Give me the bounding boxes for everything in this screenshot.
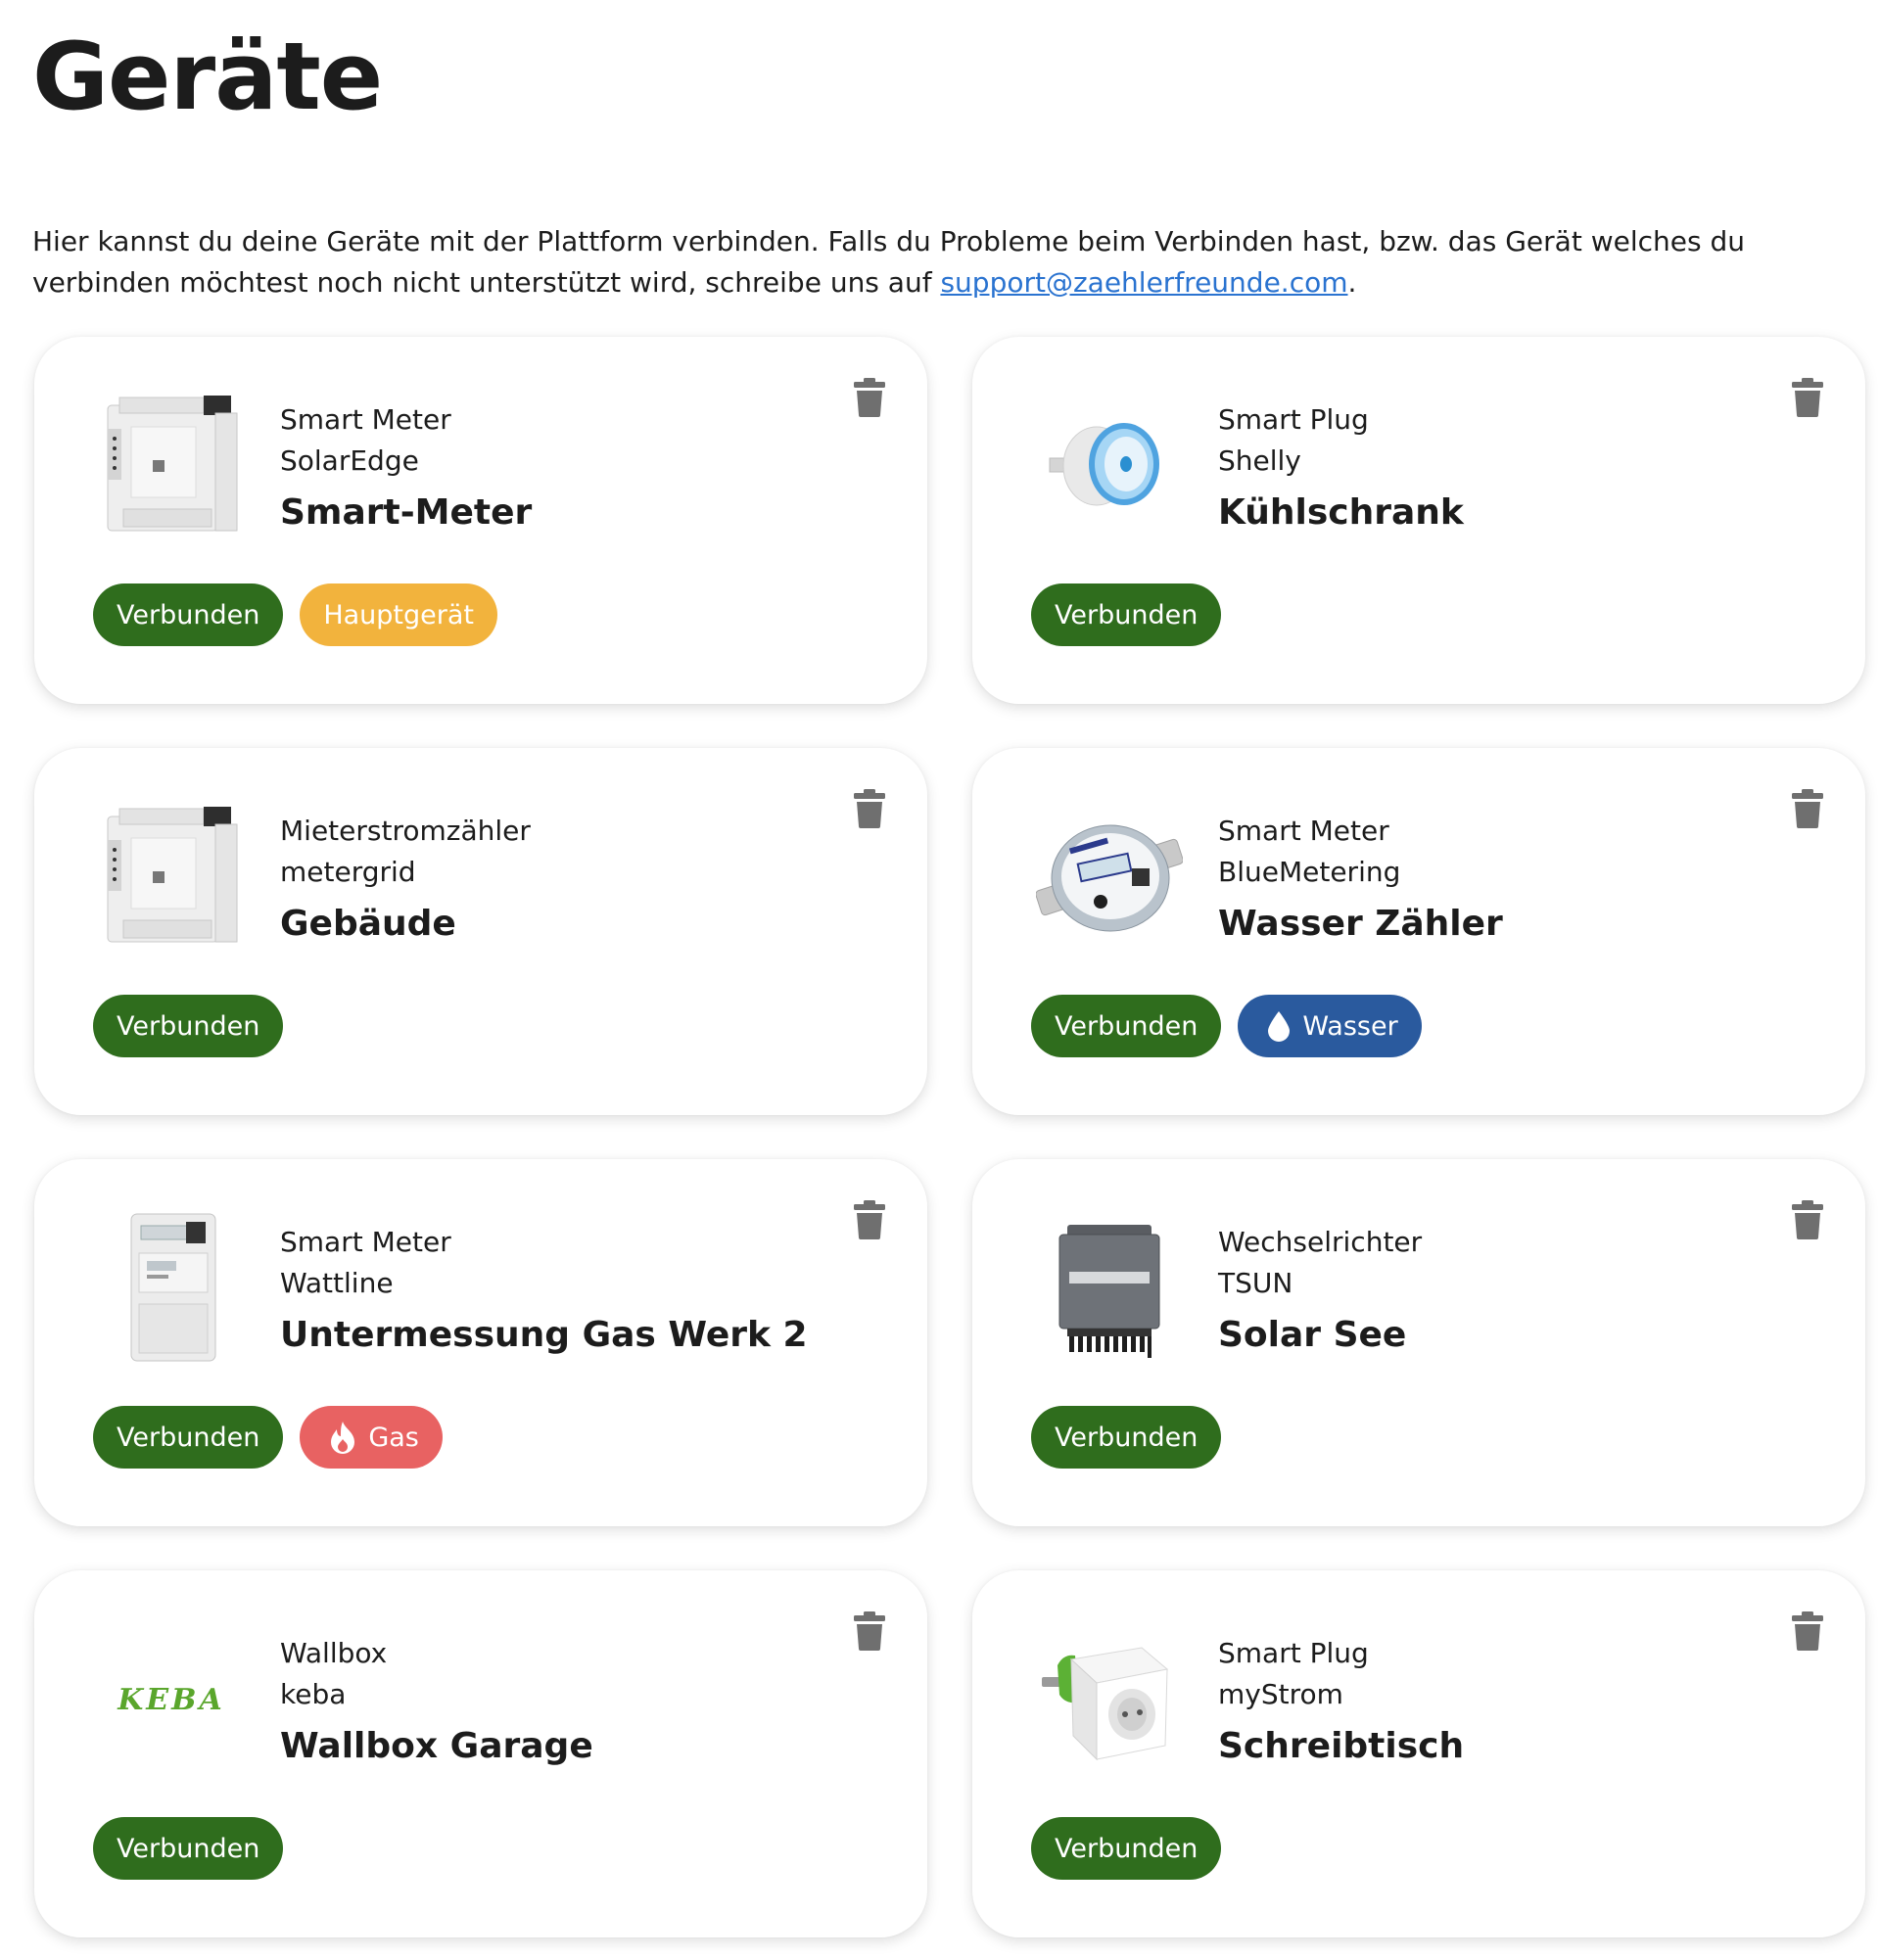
device-image-keba-logo: KEBA [93,1621,250,1778]
trash-icon[interactable] [854,1611,885,1651]
device-vendor: BlueMetering [1218,856,1401,888]
page-title: Geräte [32,23,383,131]
device-info: Smart Meter BlueMetering Wasser Zähler [1218,811,1766,952]
device-type: Smart Meter [280,1226,451,1258]
device-badges: Verbunden [1031,583,1222,646]
device-badges: Verbunden [93,1817,284,1880]
device-name: Schreibtisch [1218,1726,1465,1766]
device-vendor: Wattline [280,1267,394,1299]
intro-text: Hier kannst du deine Geräte mit der Plat… [32,221,1854,303]
gas-badge: Gas [300,1406,443,1469]
trash-icon[interactable] [1792,1611,1823,1651]
device-vendor: myStrom [1218,1678,1343,1710]
status-badge: Verbunden [93,1406,284,1469]
status-badge: Verbunden [93,995,284,1057]
keba-logo: KEBA [118,1682,225,1717]
device-type: Wallbox [280,1637,388,1669]
status-badge: Verbunden [93,1817,284,1880]
device-type: Wechselrichter [1218,1226,1423,1258]
device-info: Wallbox keba Wallbox Garage [280,1633,828,1774]
main-device-badge: Hauptgerät [300,583,497,646]
device-name: Smart-Meter [280,492,533,533]
device-badges: Verbunden Hauptgerät [93,583,497,646]
support-email-link[interactable]: support@zaehlerfreunde.com [940,266,1347,299]
device-info: Smart Plug Shelly Kühlschrank [1218,399,1766,540]
device-badges: Verbunden [1031,1406,1222,1469]
device-type: Mieterstromzähler [280,815,531,847]
device-card[interactable]: Wechselrichter TSUN Solar See Verbunden [972,1159,1865,1526]
device-card[interactable]: Smart Plug Shelly Kühlschrank Verbunden [972,337,1865,704]
device-card[interactable]: Smart Meter Wattline Untermessung Gas We… [34,1159,927,1526]
water-badge: Wasser [1238,995,1422,1057]
trash-icon[interactable] [1792,789,1823,828]
device-name: Untermessung Gas Werk 2 [280,1315,808,1355]
status-badge: Verbunden [1031,1817,1222,1880]
water-drop-icon [1267,1010,1291,1042]
devices-page: Geräte Hier kannst du deine Geräte mit d… [0,0,1880,1960]
status-badge: Verbunden [1031,1406,1222,1469]
status-badge: Verbunden [93,583,284,646]
device-image-din-rail-meter [93,388,250,544]
water-badge-label: Wasser [1302,1010,1398,1042]
device-vendor: metergrid [280,856,416,888]
device-image-din-rail-meter [93,799,250,956]
device-card[interactable]: Smart Meter BlueMetering Wasser Zähler V… [972,748,1865,1115]
device-name: Gebäude [280,904,456,944]
trash-icon[interactable] [1792,378,1823,417]
trash-icon[interactable] [854,378,885,417]
status-badge: Verbunden [1031,583,1222,646]
device-info: Smart Plug myStrom Schreibtisch [1218,1633,1766,1774]
device-badges: Verbunden Gas [93,1406,443,1469]
device-badges: Verbunden Wasser [1031,995,1422,1057]
trash-icon[interactable] [854,789,885,828]
device-type: Smart Plug [1218,403,1369,436]
gas-badge-label: Gas [368,1422,419,1453]
trash-icon[interactable] [854,1200,885,1239]
device-card[interactable]: Mieterstromzähler metergrid Gebäude Verb… [34,748,927,1115]
device-info: Wechselrichter TSUN Solar See [1218,1222,1766,1363]
device-type: Smart Meter [1218,815,1389,847]
device-card[interactable]: Smart Plug myStrom Schreibtisch Verbunde… [972,1570,1865,1937]
device-name: Wallbox Garage [280,1726,593,1766]
device-card[interactable]: Smart Meter SolarEdge Smart-Meter Verbun… [34,337,927,704]
flame-icon [329,1421,356,1454]
trash-icon[interactable] [1792,1200,1823,1239]
device-badges: Verbunden [93,995,284,1057]
device-image-shelly-plug [1031,388,1188,544]
device-card[interactable]: KEBA Wallbox keba Wallbox Garage Verbund… [34,1570,927,1937]
intro-text-body: Hier kannst du deine Geräte mit der Plat… [32,225,1745,299]
device-info: Smart Meter Wattline Untermessung Gas We… [280,1222,828,1363]
device-image-water-meter [1031,799,1188,956]
device-info: Smart Meter SolarEdge Smart-Meter [280,399,828,540]
device-vendor: keba [280,1678,347,1710]
device-name: Solar See [1218,1315,1407,1355]
device-image-electricity-meter [93,1210,250,1367]
device-name: Kühlschrank [1218,492,1464,533]
device-vendor: SolarEdge [280,444,419,477]
device-type: Smart Plug [1218,1637,1369,1669]
device-image-inverter [1031,1210,1188,1367]
device-info: Mieterstromzähler metergrid Gebäude [280,811,828,952]
device-image-mystrom-plug [1031,1621,1188,1778]
device-badges: Verbunden [1031,1817,1222,1880]
intro-text-end: . [1347,266,1357,299]
device-name: Wasser Zähler [1218,904,1503,944]
device-type: Smart Meter [280,403,451,436]
device-vendor: TSUN [1218,1267,1293,1299]
device-vendor: Shelly [1218,444,1301,477]
status-badge: Verbunden [1031,995,1222,1057]
